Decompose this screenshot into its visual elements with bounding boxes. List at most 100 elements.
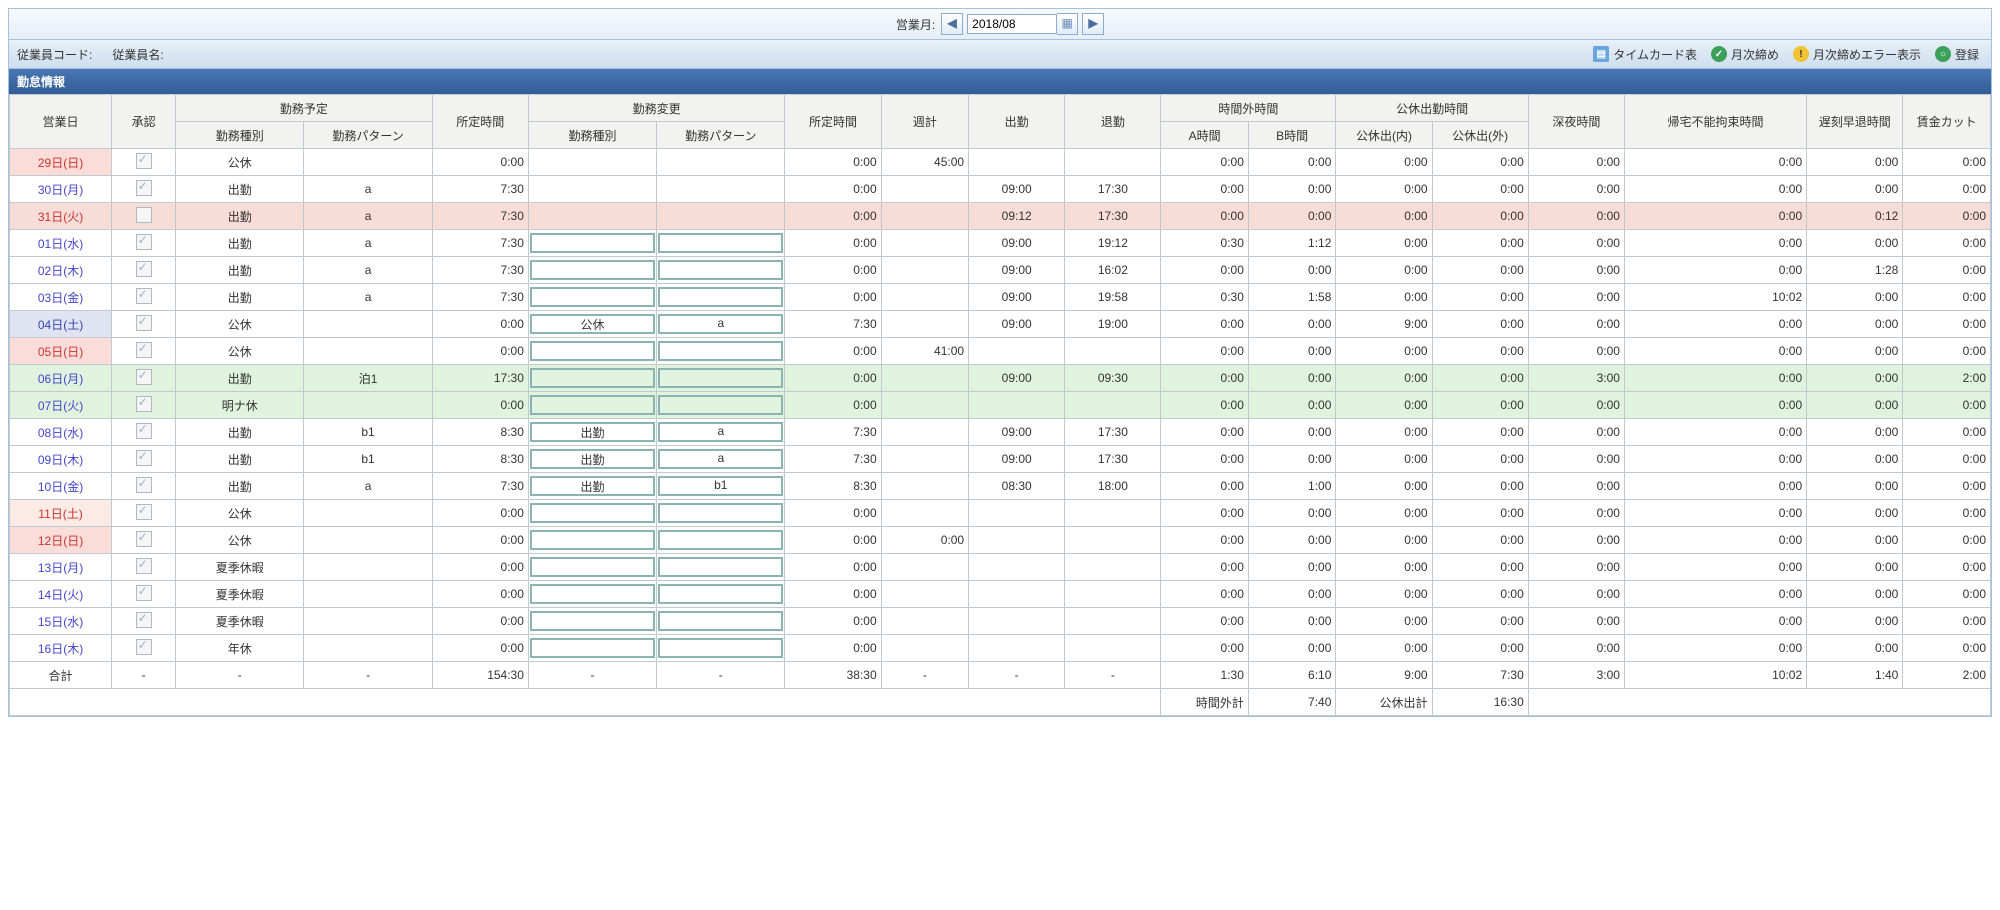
cell-approve[interactable]: [112, 149, 176, 176]
cell-change-type[interactable]: [528, 338, 656, 365]
cell-approve[interactable]: [112, 365, 176, 392]
cell-date[interactable]: 06日(月): [10, 365, 112, 392]
cell-approve[interactable]: [112, 176, 176, 203]
cell-week: [881, 446, 968, 473]
cell-approve[interactable]: [112, 230, 176, 257]
cell-approve[interactable]: [112, 527, 176, 554]
monthly-error-button[interactable]: ! 月次締めエラー表示: [1789, 44, 1925, 65]
approve-checkbox[interactable]: [136, 180, 152, 196]
approve-checkbox[interactable]: [136, 477, 152, 493]
cell-approve[interactable]: [112, 419, 176, 446]
cell-date[interactable]: 11日(土): [10, 500, 112, 527]
cell-approve[interactable]: [112, 203, 176, 230]
cell-approve[interactable]: [112, 608, 176, 635]
cell-change-pattern[interactable]: [657, 554, 785, 581]
cell-change-pattern[interactable]: a: [657, 419, 785, 446]
cell-approve[interactable]: [112, 338, 176, 365]
cell-date[interactable]: 10日(金): [10, 473, 112, 500]
cell-approve[interactable]: [112, 311, 176, 338]
approve-checkbox[interactable]: [136, 369, 152, 385]
approve-checkbox[interactable]: [136, 261, 152, 277]
cell-date[interactable]: 12日(日): [10, 527, 112, 554]
cell-change-pattern[interactable]: a: [657, 311, 785, 338]
cell-approve[interactable]: [112, 446, 176, 473]
cell-change-type[interactable]: 出勤: [528, 446, 656, 473]
month-input[interactable]: [967, 14, 1057, 34]
prev-month-button[interactable]: ◀: [941, 13, 963, 35]
cell-approve[interactable]: [112, 500, 176, 527]
cell-change-pattern[interactable]: b1: [657, 473, 785, 500]
cell-approve[interactable]: [112, 257, 176, 284]
cell-ng: 0:00: [1528, 527, 1624, 554]
cell-nogo: 0:00: [1624, 257, 1806, 284]
approve-checkbox[interactable]: [136, 288, 152, 304]
cell-date[interactable]: 01日(水): [10, 230, 112, 257]
cell-approve[interactable]: [112, 473, 176, 500]
cell-approve[interactable]: [112, 635, 176, 662]
cell-date[interactable]: 16日(木): [10, 635, 112, 662]
approve-checkbox[interactable]: [136, 342, 152, 358]
cell-date[interactable]: 05日(日): [10, 338, 112, 365]
approve-checkbox[interactable]: [136, 558, 152, 574]
cell-change-type[interactable]: [528, 500, 656, 527]
timecard-button[interactable]: ▤ タイムカード表: [1589, 44, 1701, 65]
cell-change-pattern[interactable]: [657, 338, 785, 365]
cell-approve[interactable]: [112, 581, 176, 608]
cell-change-type[interactable]: [528, 527, 656, 554]
approve-checkbox[interactable]: [136, 207, 152, 223]
cell-change-pattern[interactable]: [657, 230, 785, 257]
cell-change-type[interactable]: [528, 608, 656, 635]
cell-change-type[interactable]: [528, 257, 656, 284]
calendar-icon[interactable]: ▦: [1057, 13, 1078, 35]
cell-date[interactable]: 07日(火): [10, 392, 112, 419]
approve-checkbox[interactable]: [136, 612, 152, 628]
cell-change-pattern[interactable]: [657, 581, 785, 608]
cell-date[interactable]: 09日(木): [10, 446, 112, 473]
cell-date[interactable]: 30日(月): [10, 176, 112, 203]
approve-checkbox[interactable]: [136, 234, 152, 250]
cell-change-type[interactable]: [528, 554, 656, 581]
cell-change-pattern[interactable]: [657, 257, 785, 284]
approve-checkbox[interactable]: [136, 396, 152, 412]
cell-change-pattern[interactable]: [657, 527, 785, 554]
cell-approve[interactable]: [112, 392, 176, 419]
cell-date[interactable]: 08日(水): [10, 419, 112, 446]
cell-change-type[interactable]: [528, 635, 656, 662]
approve-checkbox[interactable]: [136, 315, 152, 331]
cell-change-type[interactable]: 出勤: [528, 419, 656, 446]
monthly-close-button[interactable]: ✓ 月次締め: [1707, 44, 1783, 65]
cell-date[interactable]: 02日(木): [10, 257, 112, 284]
cell-change-pattern[interactable]: [657, 635, 785, 662]
cell-change-type[interactable]: [528, 284, 656, 311]
cell-date[interactable]: 31日(火): [10, 203, 112, 230]
cell-change-type[interactable]: 公休: [528, 311, 656, 338]
approve-checkbox[interactable]: [136, 423, 152, 439]
cell-change-type[interactable]: [528, 392, 656, 419]
cell-date[interactable]: 29日(日): [10, 149, 112, 176]
register-button[interactable]: ○ 登録: [1931, 44, 1983, 65]
cell-change-pattern[interactable]: [657, 608, 785, 635]
approve-checkbox[interactable]: [136, 531, 152, 547]
cell-change-pattern[interactable]: [657, 392, 785, 419]
cell-change-type[interactable]: 出勤: [528, 473, 656, 500]
cell-approve[interactable]: [112, 284, 176, 311]
cell-change-pattern[interactable]: [657, 365, 785, 392]
cell-change-type[interactable]: [528, 230, 656, 257]
cell-date[interactable]: 15日(水): [10, 608, 112, 635]
cell-date[interactable]: 13日(月): [10, 554, 112, 581]
approve-checkbox[interactable]: [136, 450, 152, 466]
approve-checkbox[interactable]: [136, 639, 152, 655]
cell-approve[interactable]: [112, 554, 176, 581]
cell-date[interactable]: 14日(火): [10, 581, 112, 608]
cell-change-type[interactable]: [528, 581, 656, 608]
cell-change-type[interactable]: [528, 365, 656, 392]
cell-date[interactable]: 03日(金): [10, 284, 112, 311]
approve-checkbox[interactable]: [136, 153, 152, 169]
approve-checkbox[interactable]: [136, 504, 152, 520]
cell-date[interactable]: 04日(土): [10, 311, 112, 338]
cell-change-pattern[interactable]: [657, 284, 785, 311]
cell-change-pattern[interactable]: [657, 500, 785, 527]
cell-change-pattern[interactable]: a: [657, 446, 785, 473]
approve-checkbox[interactable]: [136, 585, 152, 601]
next-month-button[interactable]: ▶: [1082, 13, 1104, 35]
